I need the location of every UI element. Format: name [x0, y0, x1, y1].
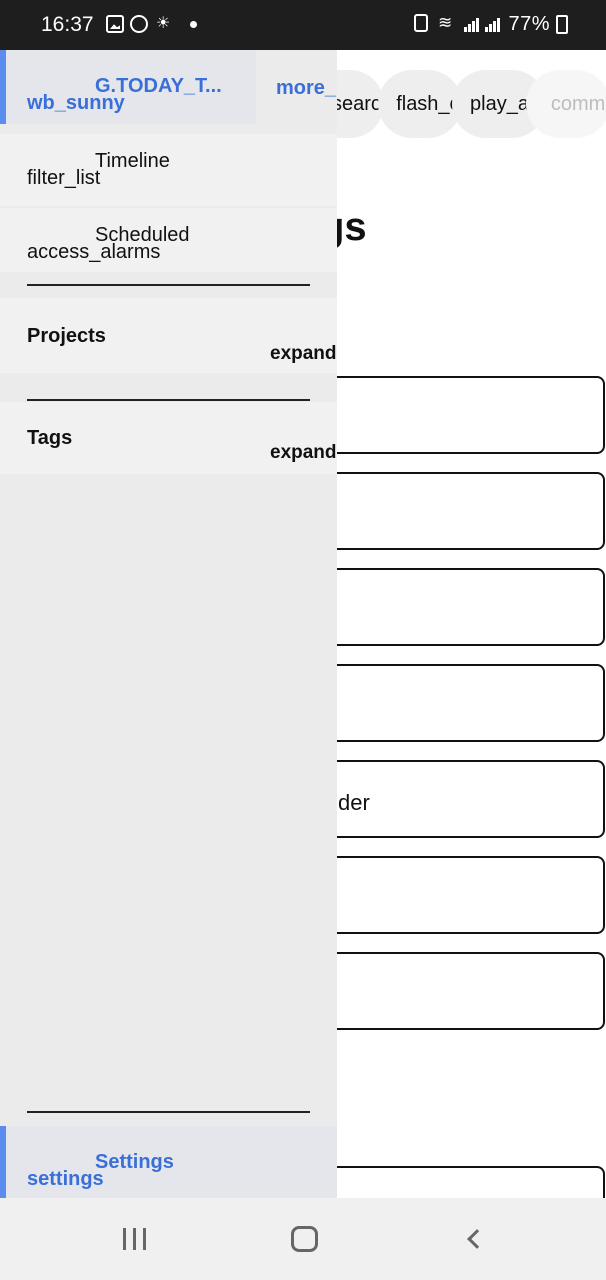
drawer-item-settings[interactable]: Settings settings [0, 1126, 337, 1198]
drawer-item-label: Timeline [95, 150, 170, 172]
drawer-item-timeline[interactable]: Timeline filter_list [0, 134, 337, 206]
section-label: Projects [27, 325, 106, 347]
expand-more-icon[interactable]: expand [270, 343, 337, 365]
expand-more-icon[interactable]: expand [270, 442, 337, 464]
notification-dot-icon [190, 21, 197, 28]
system-nav-bar [0, 1198, 606, 1280]
divider [27, 399, 310, 401]
more-button[interactable]: more_ [276, 77, 336, 100]
alarm-clock-icon: access_alarms [27, 241, 161, 263]
status-time: 16:37 [41, 13, 94, 36]
signal-icon [464, 16, 482, 32]
drawer-item-label: Settings [95, 1151, 174, 1173]
drawer-header[interactable]: wb_sunny G.TODAY_T... [0, 50, 256, 124]
divider [27, 284, 310, 286]
weather-icon: ☀ [156, 15, 171, 32]
divider [27, 1111, 310, 1113]
whatsapp-icon [130, 15, 148, 33]
navigation-drawer: wb_sunny G.TODAY_T... more_ Timeline fil… [0, 50, 337, 1198]
battery-percent: 77% [508, 13, 550, 35]
filter-list-icon: filter_list [27, 167, 101, 189]
settings-icon: settings [27, 1168, 104, 1190]
back-icon[interactable] [467, 1229, 487, 1249]
battery-icon [556, 15, 568, 34]
section-label: Tags [27, 427, 73, 449]
field-label: der [338, 790, 370, 815]
signal-icon [485, 16, 503, 32]
home-icon[interactable] [291, 1226, 318, 1252]
status-bar: 16:37 ☀ ≋ 77% [0, 0, 606, 50]
drawer-title: G.TODAY_T... [95, 75, 222, 97]
drawer-item-scheduled[interactable]: Scheduled access_alarms [0, 208, 337, 272]
alarm-icon [414, 14, 428, 32]
wifi-icon: ≋ [438, 13, 453, 32]
recent-apps-icon[interactable] [123, 1228, 149, 1250]
gallery-icon [106, 15, 124, 33]
chip-comment[interactable]: comment [526, 70, 606, 138]
chip-flash[interactable]: flash_on [378, 70, 462, 138]
